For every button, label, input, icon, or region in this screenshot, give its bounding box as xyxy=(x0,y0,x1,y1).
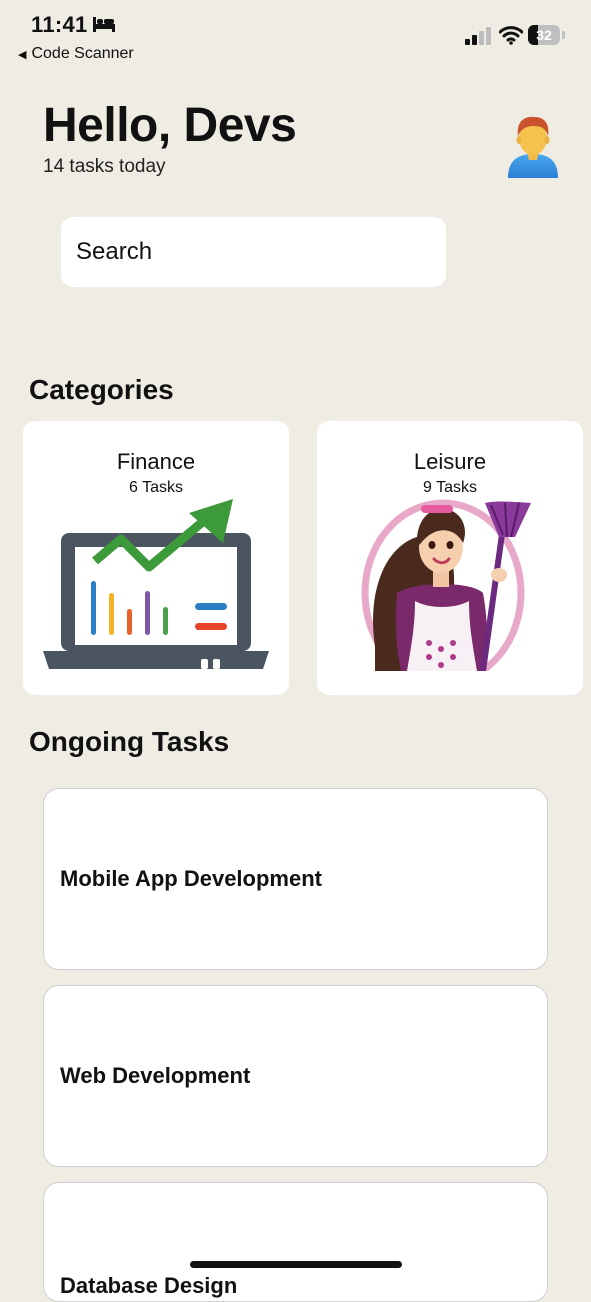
task-title: Mobile App Development xyxy=(60,866,322,891)
back-link-label: Code Scanner xyxy=(31,45,134,62)
task-card[interactable]: Mobile App Development xyxy=(43,788,548,970)
categories-title: Categories xyxy=(29,374,174,405)
wifi-icon xyxy=(499,26,523,45)
battery-icon: 32 xyxy=(528,25,566,45)
status-bar: 11:41 ◀ Code Scanner 32 xyxy=(0,0,591,62)
greeting-title: Hello, Devs xyxy=(43,99,297,152)
signal-icon xyxy=(465,27,491,45)
category-task-count: 9 Tasks xyxy=(423,479,477,496)
tasks-today-subtitle: 14 tasks today xyxy=(43,156,166,177)
category-task-count: 6 Tasks xyxy=(129,479,183,496)
ongoing-tasks-title: Ongoing Tasks xyxy=(29,726,230,757)
battery-level: 32 xyxy=(536,27,552,43)
back-arrow-icon: ◀ xyxy=(18,48,27,61)
task-card[interactable]: Database Design xyxy=(43,1182,548,1302)
woman-with-broom-illustration xyxy=(361,499,531,671)
category-card-leisure[interactable]: Leisure 9 Tasks xyxy=(317,421,583,695)
category-name: Leisure xyxy=(413,449,487,474)
search-input[interactable] xyxy=(61,217,446,287)
home-indicator[interactable] xyxy=(190,1261,402,1268)
laptop-growth-chart-illustration xyxy=(43,499,269,669)
task-title: Web Development xyxy=(60,1063,251,1088)
task-title: Database Design xyxy=(60,1273,238,1298)
person-avatar-icon[interactable] xyxy=(504,114,562,178)
back-to-code-scanner-link[interactable]: ◀ Code Scanner xyxy=(18,45,134,63)
status-time: 11:41 xyxy=(31,12,88,37)
bed-icon xyxy=(93,17,115,32)
task-card[interactable]: Web Development xyxy=(43,985,548,1167)
category-name: Finance xyxy=(116,449,196,474)
category-card-finance[interactable]: Finance 6 Tasks xyxy=(23,421,289,695)
